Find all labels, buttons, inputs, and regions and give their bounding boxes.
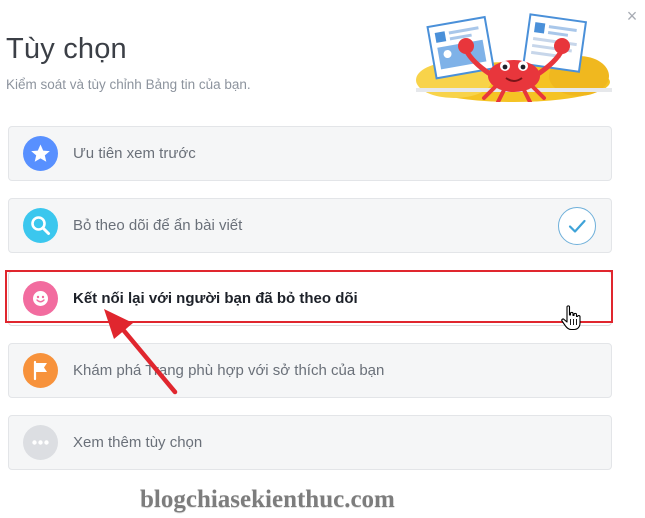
more-icon (23, 425, 58, 460)
crab-illustration (416, 13, 612, 102)
smiley-icon (23, 281, 58, 316)
feed-preferences-dialog: × Tùy chọn Kiểm soát và tùy chỉnh Bảng t… (0, 0, 645, 518)
checkmark-icon[interactable] (558, 207, 596, 245)
option-see-first[interactable]: Ưu tiên xem trước (8, 126, 612, 181)
watermark: blogchiasekienthuc.com (140, 486, 395, 513)
dialog-title: Tùy chọn (6, 33, 127, 65)
option-label: Bỏ theo dõi để ẩn bài viết (73, 217, 243, 234)
option-label: Ưu tiên xem trước (73, 145, 196, 162)
option-reconnect[interactable]: Kết nối lại với người bạn đã bỏ theo dõi (8, 271, 612, 326)
option-label: Kết nối lại với người bạn đã bỏ theo dõi (73, 290, 358, 307)
star-icon (23, 136, 58, 171)
option-unfollow[interactable]: Bỏ theo dõi để ẩn bài viết (8, 198, 612, 253)
dialog-subtitle: Kiểm soát và tùy chỉnh Bảng tin của bạn. (6, 77, 251, 92)
option-discover-pages[interactable]: Khám phá Trang phù hợp với sở thích của … (8, 343, 612, 398)
option-label: Xem thêm tùy chọn (73, 434, 203, 451)
close-icon[interactable]: × (624, 7, 640, 25)
search-icon (23, 208, 58, 243)
flag-icon (23, 353, 58, 388)
option-label: Khám phá Trang phù hợp với sở thích của … (73, 362, 385, 379)
hand-cursor-icon (561, 305, 581, 331)
option-more[interactable]: Xem thêm tùy chọn (8, 415, 612, 470)
